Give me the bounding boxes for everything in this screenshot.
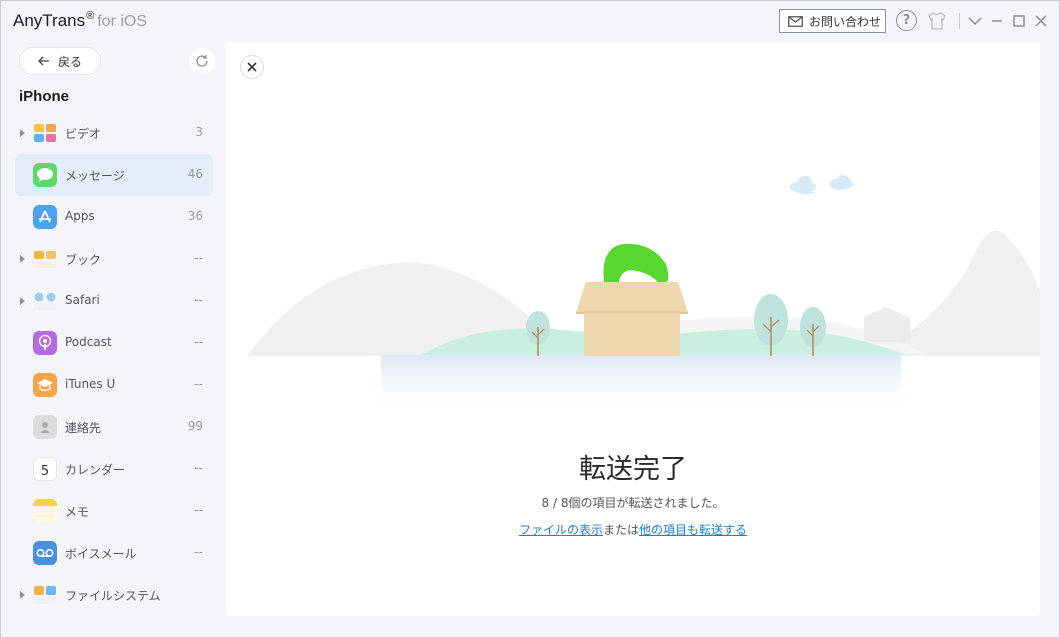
contact-button[interactable]: お問い合わせ (779, 9, 886, 33)
sidebar: 戻る iPhone ビデオ 3 メッセージ 46 Apps 36 ブック -- … (1, 41, 225, 638)
file-system-icon (33, 583, 57, 607)
app-suffix: for iOS (97, 13, 148, 30)
voicemail-icon (33, 541, 57, 565)
sidebar-item-count: 3 (195, 125, 203, 139)
sidebar-item-calendar[interactable]: 5 カレンダー -- (15, 448, 213, 490)
sidebar-item-file-system[interactable]: ファイルシステム (15, 574, 213, 616)
title-bar: AnyTrans® for iOS お問い合わせ ? (1, 1, 1059, 41)
expand-arrow-icon[interactable] (20, 255, 25, 263)
sidebar-item-count: -- (194, 545, 203, 559)
registered-mark: ® (86, 10, 95, 22)
cloud-icon (829, 175, 853, 190)
sidebar-item-messages[interactable]: メッセージ 46 (15, 154, 213, 196)
transfer-complete-panel: 転送完了 8 / 8個の項目が転送されました。 ファイルの表示または他の項目も転… (226, 42, 1040, 616)
sidebar-item-notes[interactable]: メモ -- (15, 490, 213, 532)
sidebar-item-label: Apps (65, 209, 95, 223)
transfer-more-link[interactable]: 他の項目も転送する (639, 523, 747, 537)
title-divider (959, 13, 960, 29)
house (864, 307, 910, 342)
itunes-u-icon (33, 373, 57, 397)
skin-shirt-icon[interactable] (926, 10, 948, 32)
sidebar-item-video[interactable]: ビデオ 3 (15, 112, 213, 154)
video-icon (33, 121, 57, 145)
completion-summary: 8 / 8個の項目が転送されました。 (541, 496, 725, 510)
back-label: 戻る (57, 54, 82, 69)
clouds (790, 175, 853, 193)
refresh-icon (196, 55, 208, 67)
cloud-icon (790, 176, 816, 193)
sidebar-item-apps[interactable]: Apps 36 (15, 196, 213, 238)
sidebar-item-podcast[interactable]: Podcast -- (15, 322, 213, 364)
sidebar-item-label: iTunes U (65, 377, 116, 391)
sidebar-item-contacts[interactable]: 連絡先 99 (15, 406, 213, 448)
chevron-down-icon[interactable] (964, 10, 986, 32)
sidebar-item-label: 連絡先 (65, 421, 102, 435)
sidebar-item-safari[interactable]: Safari -- (15, 280, 213, 322)
sidebar-item-label: ボイスメール (65, 547, 137, 561)
link-separator: または (602, 523, 639, 537)
completion-title: 転送完了 (579, 454, 687, 485)
expand-arrow-icon[interactable] (20, 297, 25, 305)
calendar-day-number: 5 (40, 463, 50, 479)
sidebar-item-label: Podcast (65, 335, 112, 349)
completion-actions: ファイルの表示または他の項目も転送する (226, 521, 1040, 538)
maximize-icon[interactable] (1008, 10, 1030, 32)
close-window-icon[interactable] (1030, 10, 1052, 32)
sidebar-item-count: 36 (187, 209, 203, 223)
sidebar-item-label: カレンダー (65, 463, 126, 477)
sidebar-item-count: -- (194, 503, 203, 517)
sidebar-item-label: ブック (65, 253, 102, 267)
contact-label: お問い合わせ (809, 14, 882, 29)
device-name: iPhone (19, 88, 70, 105)
sidebar-item-count: 99 (187, 419, 203, 433)
sidebar-item-count: 46 (187, 167, 203, 181)
sidebar-item-count: -- (194, 335, 203, 349)
sidebar-item-label: ファイルシステム (65, 589, 161, 603)
refresh-button[interactable] (189, 48, 215, 74)
books-icon (33, 247, 57, 271)
notes-icon (33, 499, 57, 523)
app-name: AnyTrans (13, 11, 86, 30)
close-icon (247, 62, 257, 72)
sidebar-item-label: ビデオ (65, 127, 102, 141)
sidebar-item-count: -- (194, 461, 203, 475)
transfer-complete-illustration (248, 192, 1040, 417)
sidebar-item-label: Safari (65, 293, 100, 307)
mail-icon (788, 15, 803, 27)
box-icon (576, 282, 688, 356)
contacts-icon (33, 415, 57, 439)
sidebar-item-count: -- (194, 251, 203, 265)
calendar-icon: 5 (33, 457, 57, 481)
sidebar-item-count: -- (194, 293, 203, 307)
minimize-icon[interactable] (986, 10, 1008, 32)
sidebar-item-label: メモ (65, 505, 90, 519)
help-icon[interactable]: ? (896, 10, 917, 31)
back-button[interactable]: 戻る (19, 47, 101, 75)
sidebar-item-label: メッセージ (65, 169, 125, 183)
sidebar-item-books[interactable]: ブック -- (15, 238, 213, 280)
podcast-icon (33, 331, 57, 355)
expand-arrow-icon[interactable] (20, 591, 25, 599)
app-store-icon (33, 205, 57, 229)
ground-shadow (381, 355, 901, 417)
green-handle (603, 243, 669, 287)
expand-arrow-icon[interactable] (20, 129, 25, 137)
view-files-link[interactable]: ファイルの表示 (519, 523, 603, 537)
category-list: ビデオ 3 メッセージ 46 Apps 36 ブック -- Safari -- … (15, 112, 213, 616)
sidebar-item-voicemail[interactable]: ボイスメール -- (15, 532, 213, 574)
sidebar-item-count: -- (194, 377, 203, 391)
close-panel-button[interactable] (240, 55, 264, 79)
safari-icon (33, 289, 57, 313)
arrow-left-icon (38, 56, 49, 66)
app-window: AnyTrans® for iOS お問い合わせ ? 戻る iPhone ビデオ… (0, 0, 1060, 638)
app-title: AnyTrans® for iOS (13, 10, 148, 31)
sidebar-item-itunes-u[interactable]: iTunes U -- (15, 364, 213, 406)
messages-icon (33, 163, 57, 187)
